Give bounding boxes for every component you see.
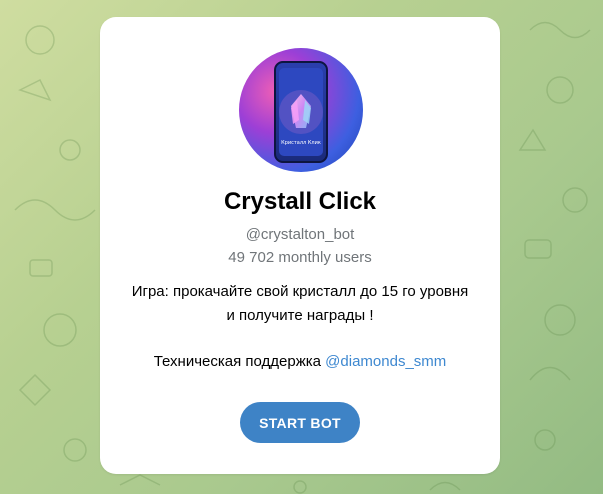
- bot-title: Crystall Click: [223, 188, 377, 215]
- description-line-2: и получите награды !: [226, 307, 374, 324]
- description-line-1: Игра: прокачайте свой кристалл до 15 го …: [131, 283, 469, 300]
- bot-description: Игра: прокачайте свой кристалл до 15 го …: [100, 280, 500, 328]
- bot-info-card: Кристалл Клик Crystall Click @crystalton…: [100, 17, 500, 474]
- support-link[interactable]: @diamonds_smm: [325, 353, 446, 370]
- support-line: Техническая поддержка @diamonds_smm: [100, 353, 500, 370]
- avatar-caption: Кристалл Клик: [281, 140, 321, 146]
- support-label: Техническая поддержка: [153, 353, 321, 370]
- bot-username: @crystalton_bot: [245, 226, 355, 243]
- bot-avatar: Кристалл Клик: [239, 48, 363, 172]
- monthly-users-count: 49 702 monthly users: [228, 249, 372, 266]
- start-bot-button[interactable]: START BOT: [240, 402, 360, 443]
